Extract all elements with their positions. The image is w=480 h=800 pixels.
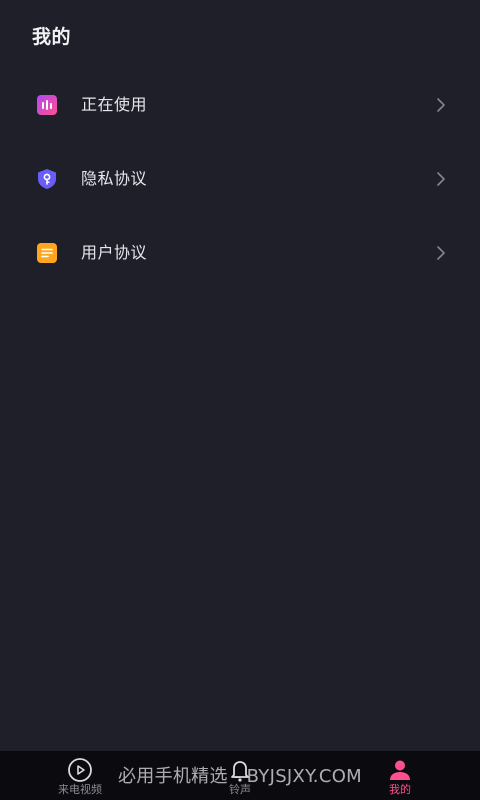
tab-ringtone[interactable]: 铃声 bbox=[190, 751, 290, 800]
tab-mine[interactable]: 我的 bbox=[350, 751, 450, 800]
chevron-right-icon bbox=[437, 172, 445, 186]
menu-item-label: 用户协议 bbox=[81, 243, 148, 262]
sound-bars-icon bbox=[37, 95, 57, 115]
chevron-right-icon bbox=[437, 98, 445, 112]
bell-icon bbox=[231, 761, 249, 782]
person-icon bbox=[390, 760, 410, 780]
menu-item-label: 隐私协议 bbox=[81, 169, 148, 188]
shield-key-icon bbox=[38, 169, 56, 189]
settings-menu: 正在使用 隐私协议 用户协议 bbox=[0, 68, 480, 290]
tab-label: 来电视频 bbox=[58, 783, 102, 796]
tab-label: 我的 bbox=[389, 783, 411, 796]
page-title: 我的 bbox=[32, 26, 72, 48]
menu-item-privacy-policy[interactable]: 隐私协议 bbox=[0, 142, 480, 216]
play-circle-icon bbox=[68, 758, 92, 782]
menu-item-in-use[interactable]: 正在使用 bbox=[0, 68, 480, 142]
menu-item-user-agreement[interactable]: 用户协议 bbox=[0, 216, 480, 290]
menu-item-label: 正在使用 bbox=[81, 95, 148, 114]
document-list-icon bbox=[37, 243, 57, 263]
tab-incoming-video[interactable]: 来电视频 bbox=[30, 751, 130, 800]
bottom-tab-bar: 来电视频 铃声 我的 bbox=[0, 751, 480, 800]
tab-label: 铃声 bbox=[229, 783, 251, 796]
chevron-right-icon bbox=[437, 246, 445, 260]
